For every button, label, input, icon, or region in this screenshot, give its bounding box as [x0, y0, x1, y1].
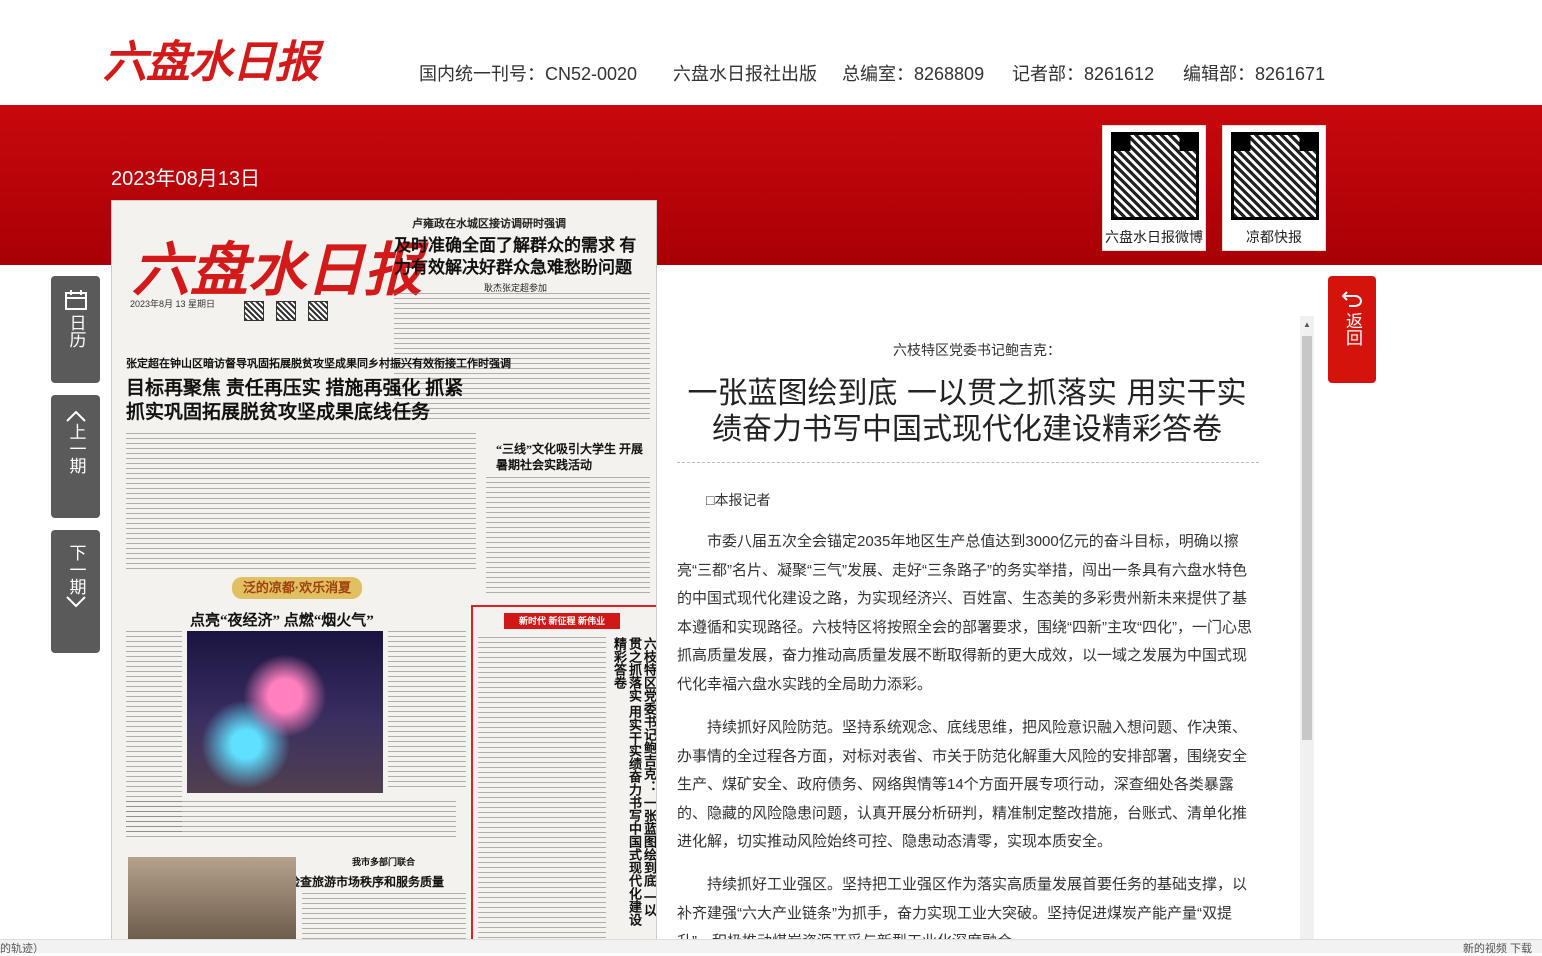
- vertical-article-title: 六枝特区党委书记鲍吉克： 一张蓝图绘到底 一以贯之抓落实 用实干实绩奋力书写中国…: [612, 637, 657, 927]
- article-title: 一张蓝图绘到底 一以贯之抓落实 用实干实绩奋力书写中国式现代化建设精彩答卷: [687, 376, 1247, 447]
- next-issue-label: 下一期: [66, 544, 86, 595]
- prev-issue-label: 上一期: [66, 423, 86, 474]
- tourism-photo[interactable]: [128, 857, 296, 942]
- chevron-up-icon: [65, 410, 86, 422]
- article-paragraph: 市委八届五次全会锚定2035年地区生产总值达到3000亿元的奋斗目标，明确以擦亮…: [677, 533, 1252, 693]
- calendar-button[interactable]: 日历: [51, 276, 100, 383]
- scroll-up-icon[interactable]: ▲: [1303, 320, 1311, 329]
- office-main-phone: 总编室：8268809: [842, 64, 985, 84]
- qr-code-icon: [244, 301, 264, 321]
- publisher-info: 六盘水日报社出版: [673, 64, 817, 84]
- text-column: [486, 477, 650, 595]
- newspaper-logo: 六盘水日报: [132, 238, 423, 303]
- qr-kuaibao[interactable]: 凉都快报: [1222, 125, 1326, 251]
- qr-code-icon: [276, 301, 296, 321]
- site-header: 六盘水日报 国内统一刊号：CN52-0020 六盘水日报社出版 总编室：8268…: [0, 0, 1542, 105]
- top-subheading: 卢雍政在水城区接访调研时强调: [412, 218, 566, 230]
- qr-code-icon: [1231, 132, 1319, 220]
- text-column: [388, 631, 466, 791]
- title-divider: [677, 462, 1259, 463]
- issue-date: 2023年08月13日: [111, 168, 260, 190]
- qr-caption: 六盘水日报微博: [1105, 229, 1203, 245]
- next-issue-button[interactable]: 下一期: [51, 530, 100, 653]
- qr-code-icon: [1111, 132, 1199, 220]
- second-headline[interactable]: 目标再聚焦 责任再压实 措施再强化 抓紧抓实巩固拓展脱贫攻坚成果底线任务: [126, 377, 476, 425]
- tourism-headline[interactable]: 检查旅游市场秩序和服务质量: [288, 873, 444, 890]
- site-logo[interactable]: 六盘水日报: [103, 26, 319, 90]
- text-column: [126, 801, 456, 841]
- culture-headline[interactable]: “三线”文化吸引大学生 开展暑期社会实践活动: [496, 441, 646, 473]
- section-banner: 新时代 新征程 新伟业: [504, 613, 620, 629]
- article-scrollbar[interactable]: ▲: [1300, 316, 1314, 940]
- text-column: [478, 637, 606, 941]
- prev-issue-button[interactable]: 上一期: [51, 395, 100, 518]
- browser-bottom-bar: 的轨迹） 新的视频 下载: [0, 939, 1542, 956]
- back-label: 返回: [1343, 312, 1362, 346]
- second-subheading: 张定超在钟山区暗访督导巩固拓展脱贫攻坚成果同乡村振兴有效衔接工作时强调: [126, 358, 511, 370]
- night-economy-headline[interactable]: 点亮“夜经济” 点燃“烟火气”: [190, 609, 374, 630]
- article-subtitle: 六枝特区党委书记鲍吉克：: [893, 342, 1061, 358]
- qr-code-icon: [308, 301, 328, 321]
- chevron-down-icon: [65, 596, 86, 608]
- office-editor-phone: 编辑部：8261671: [1183, 64, 1326, 84]
- newspaper-date: 2023年8月 13 星期日: [130, 299, 216, 309]
- qr-weibo[interactable]: 六盘水日报微博: [1102, 125, 1206, 251]
- section-ribbon: 泛的凉都·欢乐消夏: [232, 577, 362, 599]
- text-column: [302, 893, 466, 941]
- newspaper-page[interactable]: 六盘水日报 卢雍政在水城区接访调研时强调 及时准确全面了解群众的需求 有力有效解…: [111, 200, 657, 945]
- issn-info: 国内统一刊号：CN52-0020: [419, 64, 638, 84]
- bottom-right-text[interactable]: 新的视频 下载: [1463, 940, 1532, 956]
- article-paragraph: 持续抓好工业强区。坚持把工业强区作为落实高质量发展首要任务的基础支撑，以补齐建强…: [677, 876, 1248, 939]
- tourism-subheading: 我市多部门联合: [352, 857, 416, 867]
- calendar-icon: [64, 290, 87, 310]
- office-reporter-phone: 记者部：8261612: [1012, 64, 1155, 84]
- calendar-label: 日历: [66, 314, 86, 348]
- text-column: [126, 433, 476, 571]
- return-icon: [1341, 291, 1362, 307]
- bottom-left-text: 的轨迹）: [0, 943, 44, 955]
- scroll-thumb[interactable]: [1302, 336, 1312, 740]
- article-reporter: □本报记者: [706, 492, 771, 508]
- article-paragraph: 持续抓好风险防范。坚持系统观念、底线思维，把风险意识融入想问题、作决策、办事情的…: [677, 719, 1248, 850]
- qr-caption: 凉都快报: [1246, 229, 1302, 245]
- top-headline[interactable]: 及时准确全面了解群众的需求 有力有效解决好群众急难愁盼问题: [394, 235, 644, 279]
- night-lantern-photo[interactable]: [187, 631, 383, 793]
- back-button[interactable]: 返回: [1328, 276, 1376, 383]
